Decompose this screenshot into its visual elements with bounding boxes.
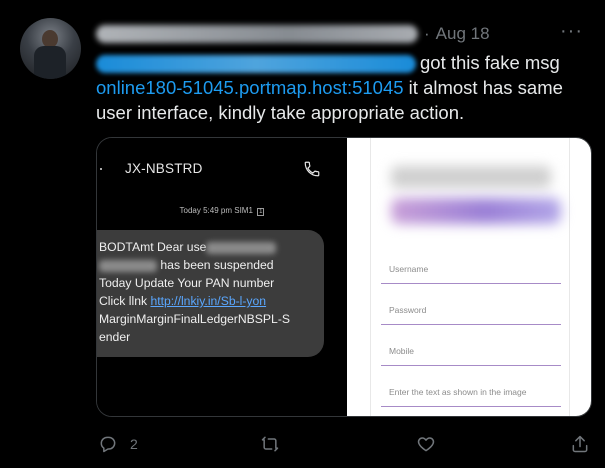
form-banner-blurred (391, 198, 561, 224)
captcha-placeholder: Enter the text as shown in the image (389, 387, 527, 397)
mobile-placeholder: Mobile (389, 346, 415, 356)
sms-link: http://lnkiy.in/Sb-l-yon (150, 294, 267, 308)
tweet-text-part1: got this fake msg (420, 52, 560, 73)
back-indicator (100, 168, 102, 170)
reply-count: 2 (130, 436, 138, 452)
tweet-media[interactable]: JX-NBSTRD Today 5:49 pm SIM1 1 BODTAmt D… (96, 137, 592, 417)
form-title-blurred (391, 166, 551, 188)
reply-button[interactable]: 2 (98, 434, 138, 454)
sms-redacted-2 (99, 259, 157, 272)
mentions-blurred[interactable] (96, 55, 416, 74)
sms-sender: JX-NBSTRD (125, 161, 203, 176)
phone-icon (304, 161, 320, 177)
share-icon (572, 435, 588, 453)
header-separator: · (424, 24, 430, 43)
avatar-body (34, 46, 66, 79)
sms-timestamp: Today 5:49 pm SIM1 1 (97, 206, 347, 216)
sms-redacted-1 (206, 241, 277, 254)
reply-icon (100, 436, 116, 453)
sms-line3: Today Update Your PAN number (99, 276, 275, 290)
sms-line1: BODTAmt Dear use (99, 240, 207, 254)
retweet-button[interactable] (260, 434, 280, 454)
sms-line4-prefix: Click llnk (99, 294, 151, 308)
tweet-text: got this fake msg online180-51045.portma… (96, 50, 586, 125)
sms-bubble: BODTAmt Dear use has been suspended Toda… (97, 230, 324, 357)
tweet-link[interactable]: online180-51045.portmap.host:51045 (96, 77, 404, 98)
mobile-field: Mobile (381, 346, 561, 366)
sms-sim: SIM1 (234, 206, 253, 215)
sms-line6: ender (99, 330, 131, 344)
sms-time: Today 5:49 pm (179, 206, 232, 215)
author-avatar[interactable] (20, 18, 81, 79)
captcha-field: Enter the text as shown in the image (381, 387, 561, 407)
heart-icon (417, 437, 435, 452)
tweet-actions: 2 (96, 426, 592, 462)
sms-screenshot: JX-NBSTRD Today 5:49 pm SIM1 1 BODTAmt D… (97, 138, 347, 416)
password-placeholder: Password (389, 305, 427, 315)
phishing-form-screenshot: Username Password Mobile Enter the text … (347, 138, 591, 416)
form-card: Username Password Mobile Enter the text … (370, 138, 570, 416)
retweet-icon (261, 436, 279, 452)
share-button[interactable] (570, 434, 590, 454)
like-button[interactable] (416, 434, 436, 454)
username-placeholder: Username (389, 264, 429, 274)
sms-line2: has been suspended (157, 258, 274, 272)
tweet-header: · Aug 18 (96, 22, 490, 46)
more-icon[interactable]: ··· (560, 20, 583, 43)
sim-icon: 1 (257, 208, 265, 216)
username-field: Username (381, 264, 561, 284)
author-name-blurred[interactable] (96, 25, 418, 43)
password-field: Password (381, 305, 561, 325)
sms-line5: MarginMarginFinalLedgerNBSPL-S (99, 312, 291, 326)
tweet-date[interactable]: Aug 18 (436, 24, 490, 44)
